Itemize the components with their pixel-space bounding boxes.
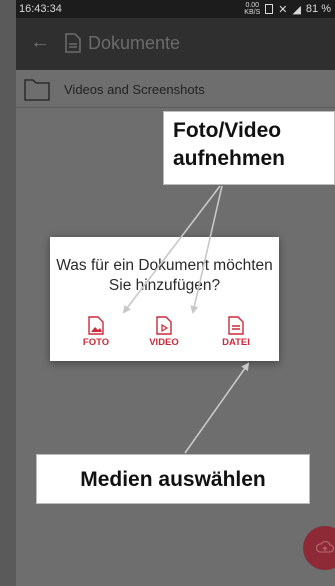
cloud-upload-icon — [316, 540, 334, 553]
document-file-icon — [228, 316, 244, 335]
upload-fab[interactable] — [303, 526, 335, 570]
signal-icon: ◢ — [292, 3, 301, 16]
video-label: VIDEO — [149, 337, 179, 348]
dialog-question: Was für ein Dokument möchten Sie hinzufü… — [56, 257, 273, 294]
mute-icon: ✕ — [278, 3, 288, 16]
back-arrow-icon[interactable]: ← — [30, 32, 50, 52]
notification-icon — [265, 4, 274, 14]
foto-option[interactable]: FOTO — [66, 316, 126, 348]
callout-line-1: Foto/Video — [173, 119, 282, 142]
network-speed-unit: KB/S — [244, 9, 261, 16]
folder-icon — [24, 79, 50, 101]
status-time: 16:43:34 — [19, 3, 62, 15]
video-option[interactable]: VIDEO — [134, 316, 194, 348]
foto-video-callout: Foto/Video aufnehmen — [163, 111, 335, 185]
video-file-icon — [156, 316, 172, 335]
image-file-icon — [88, 316, 104, 335]
status-bar: 16:43:34 0.00 KB/S ✕ ◢ 81 % — [16, 0, 335, 18]
battery-level: 81 % — [305, 3, 331, 15]
app-bar: ← Dokumente — [16, 18, 335, 70]
folder-label: Videos and Screenshots — [64, 82, 205, 97]
add-document-dialog: Was für ein Dokument möchten Sie hinzufü… — [50, 237, 279, 361]
datei-option[interactable]: DATEI — [206, 316, 266, 348]
network-speed-value: 0.00 — [245, 2, 260, 9]
folder-list-item[interactable]: Videos and Screenshots — [16, 70, 335, 108]
callout-line-2: aufnehmen — [173, 147, 286, 170]
datei-label: DATEI — [222, 337, 250, 348]
page-title: Dokumente — [88, 33, 181, 53]
status-icons: 0.00 KB/S ✕ ◢ 81 % — [244, 2, 331, 16]
network-speed: 0.00 KB/S — [244, 2, 260, 16]
medien-callout: Medien auswählen — [36, 454, 310, 504]
foto-label: FOTO — [82, 337, 110, 348]
document-icon — [65, 33, 81, 53]
